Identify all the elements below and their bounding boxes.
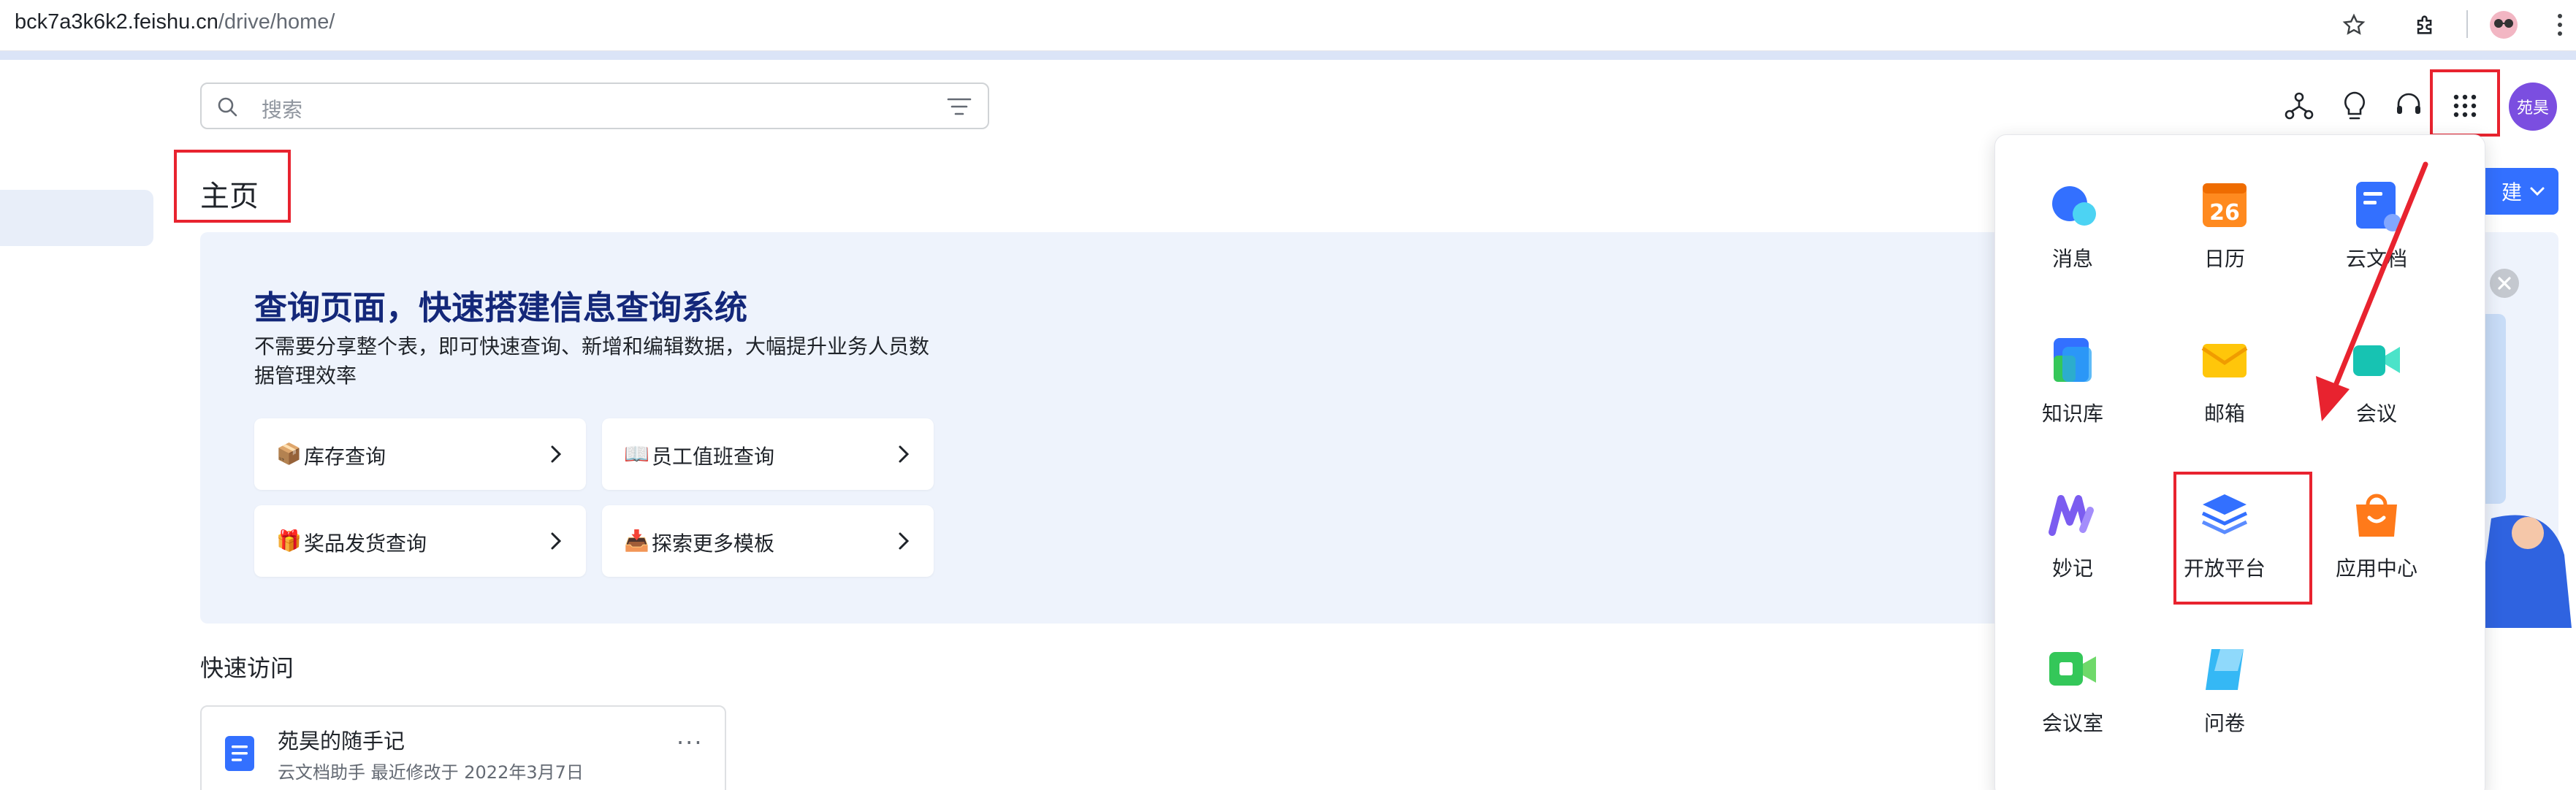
- banner-close-button[interactable]: [2490, 269, 2519, 298]
- app-center-icon: [2356, 494, 2397, 537]
- extensions-icon[interactable]: [2409, 9, 2442, 41]
- app-item-wiki[interactable]: 知识库: [2000, 334, 2146, 458]
- new-button-label: 建: [2501, 180, 2522, 204]
- template-card-inventory[interactable]: 📦 库存查询: [254, 418, 586, 490]
- inbox-icon: 📥: [624, 529, 649, 553]
- app-item-label: 邮箱: [2203, 402, 2245, 426]
- annotation-arrow: [2316, 161, 2428, 421]
- message-icon: [2052, 186, 2096, 226]
- app-item-app-center[interactable]: 应用中心: [2303, 488, 2450, 613]
- quick-access-item-name: 苑昊的随手记: [278, 729, 405, 753]
- toolbar-divider: [2466, 10, 2468, 38]
- close-icon: [2498, 277, 2511, 290]
- profile-avatar-icon[interactable]: [2488, 9, 2520, 41]
- calendar-icon: 26: [2203, 183, 2247, 227]
- meeting-room-icon: [2049, 652, 2096, 686]
- template-card-prize[interactable]: 🎁 奖品发货查询: [254, 505, 586, 577]
- page-title: 主页: [200, 180, 259, 213]
- app-grid-highlight: [2430, 69, 2500, 137]
- app-item-label: 日历: [2203, 247, 2245, 271]
- search-input[interactable]: 搜索: [200, 83, 989, 129]
- lightbulb-icon[interactable]: [2335, 86, 2374, 126]
- chevron-right-icon: [551, 532, 562, 550]
- quick-access-item[interactable]: 苑昊的随手记 云文档助手 最近修改于 2022年3月7日 ···: [200, 705, 726, 790]
- search-icon: [218, 97, 237, 117]
- survey-icon: [2206, 649, 2244, 690]
- avatar[interactable]: 苑昊: [2509, 83, 2557, 131]
- quick-access-title: 快速访问: [200, 654, 294, 682]
- tab-strip-accent: [0, 51, 2576, 60]
- banner-description: 不需要分享整个表，即可快速查询、新增和编辑数据，大幅提升业务人员数据管理效率: [254, 334, 930, 388]
- app-item-label: 知识库: [2041, 402, 2103, 426]
- template-card-explore[interactable]: 📥 探索更多模板: [602, 505, 934, 577]
- app-item-label: 应用中心: [2335, 556, 2417, 580]
- app-item-label: 问卷: [2203, 711, 2245, 735]
- banner-title: 查询页面，快速搭建信息查询系统: [254, 288, 748, 327]
- app-item-label: 消息: [2051, 247, 2093, 271]
- chevron-right-icon: [551, 445, 562, 463]
- quick-access-item-meta: 云文档助手 最近修改于 2022年3月7日: [278, 762, 584, 783]
- org-structure-icon[interactable]: [2279, 86, 2319, 126]
- headset-icon[interactable]: [2389, 86, 2428, 126]
- app-item-minutes[interactable]: 妙记: [2000, 488, 2146, 613]
- address-bar[interactable]: bck7a3k6k2.feishu.cn/drive/home/: [15, 10, 335, 34]
- template-card-label: 奖品发货查询: [304, 532, 427, 556]
- bookmark-star-icon[interactable]: [2338, 9, 2370, 41]
- template-card-label: 库存查询: [304, 445, 386, 469]
- wiki-icon: [2054, 338, 2092, 382]
- calendar-badge: 26: [2209, 200, 2240, 226]
- app-item-label: 妙记: [2051, 556, 2093, 580]
- package-icon: 📦: [276, 442, 302, 466]
- open-platform-highlight: [2173, 472, 2312, 605]
- app-item-calendar[interactable]: 26 日历: [2152, 179, 2298, 303]
- book-icon: 📖: [624, 442, 649, 466]
- search-placeholder: 搜索: [262, 98, 303, 122]
- filter-icon[interactable]: [947, 96, 972, 118]
- app-item-mail[interactable]: 邮箱: [2152, 334, 2298, 458]
- template-card-duty[interactable]: 📖 员工值班查询: [602, 418, 934, 490]
- app-item-label: 会议室: [2041, 711, 2103, 735]
- chevron-right-icon: [899, 445, 910, 463]
- app-item-survey[interactable]: 问卷: [2152, 643, 2298, 767]
- browser-menu-icon[interactable]: [2544, 9, 2576, 41]
- gift-icon: 🎁: [276, 529, 302, 553]
- app-item-message[interactable]: 消息: [2000, 179, 2146, 303]
- chevron-right-icon: [899, 532, 910, 550]
- document-icon: [225, 736, 254, 771]
- app-item-meeting-room[interactable]: 会议室: [2000, 643, 2146, 767]
- template-card-label: 员工值班查询: [652, 445, 775, 469]
- mail-icon: [2201, 344, 2248, 377]
- chevron-down-icon: [2530, 187, 2545, 196]
- minutes-icon: [2049, 495, 2094, 536]
- more-options-icon[interactable]: ···: [677, 729, 704, 756]
- browser-toolbar: bck7a3k6k2.feishu.cn/drive/home/: [0, 0, 2576, 51]
- url-path: /drive/home/: [218, 10, 335, 34]
- template-card-label: 探索更多模板: [652, 532, 775, 556]
- url-host: bck7a3k6k2.feishu.cn: [15, 10, 218, 34]
- sidebar-item-home[interactable]: [0, 190, 153, 246]
- left-sidebar: [0, 60, 164, 790]
